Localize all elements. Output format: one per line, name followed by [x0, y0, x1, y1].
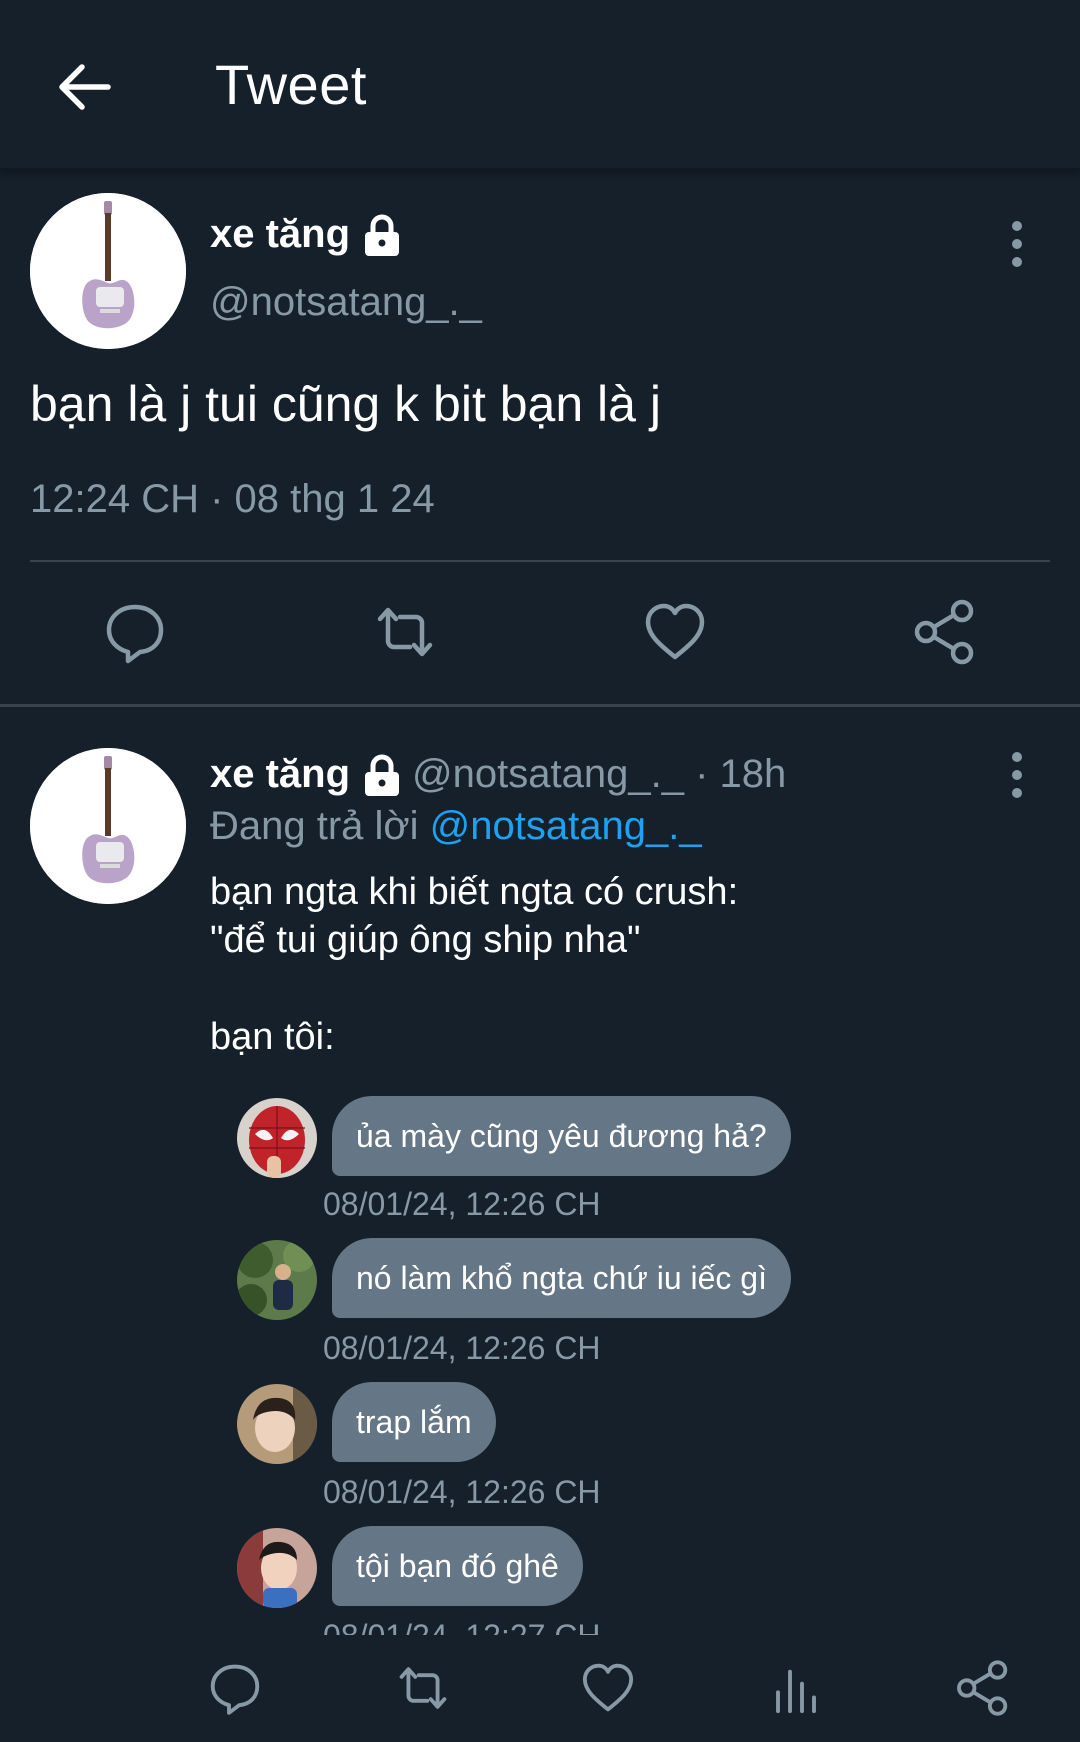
chat-message-time: 08/01/24, 12:26 CH — [323, 1474, 601, 1510]
back-arrow-icon[interactable] — [52, 55, 116, 119]
retweet-icon[interactable] — [393, 1658, 453, 1718]
chat-message-bubble: nó làm khổ ngta chứ iu iếc gì — [332, 1238, 791, 1318]
more-options-icon[interactable] — [997, 745, 1037, 805]
chat-avatar-spiderman — [237, 1098, 317, 1178]
more-options-icon[interactable] — [997, 214, 1037, 274]
reply-handle-time[interactable]: @notsatang_._ · 18h — [412, 752, 786, 797]
reply-author-avatar[interactable] — [30, 748, 186, 904]
guitar-avatar-image — [30, 193, 186, 349]
chat-avatar-portrait-2 — [237, 1528, 317, 1608]
author-avatar[interactable] — [30, 193, 186, 349]
chat-message-time: 08/01/24, 12:26 CH — [323, 1186, 601, 1222]
tweet-timestamp[interactable]: 12:24 CH · 08 thg 1 24 — [30, 477, 435, 522]
reply-header: xe tăng @notsatang_._ · 18h — [210, 752, 786, 797]
reply-text-line: "để tui giúp ông ship nha" — [210, 919, 641, 961]
chat-message-bubble: trap lắm — [332, 1382, 496, 1462]
page-title: Tweet — [215, 53, 367, 116]
replying-label: Đang trả lời — [210, 804, 419, 848]
tweet-text: bạn là j tui cũng k bit bạn là j — [30, 376, 661, 432]
reply-action-bar — [0, 1640, 1080, 1742]
replying-to: Đang trả lời @notsatang_._ — [210, 804, 702, 849]
reply-text-line: bạn tôi: — [210, 1016, 335, 1058]
analytics-icon[interactable] — [766, 1658, 826, 1718]
lock-icon — [365, 754, 400, 796]
top-bar: Tweet — [0, 0, 1080, 170]
retweet-icon[interactable] — [370, 597, 440, 667]
share-icon[interactable] — [953, 1658, 1013, 1718]
divider — [30, 560, 1050, 562]
author-name[interactable]: xe tăng — [210, 212, 402, 257]
like-icon[interactable] — [578, 1658, 638, 1718]
reply-author-name[interactable]: xe tăng — [210, 752, 350, 797]
reply-text-line: bạn ngta khi biết ngta có crush: — [210, 871, 739, 913]
chat-avatar-portrait — [237, 1384, 317, 1464]
author-display-name: xe tăng — [210, 212, 351, 256]
reply-icon[interactable] — [100, 597, 170, 667]
chat-avatar-outdoor — [237, 1240, 317, 1320]
chat-message-time: 08/01/24, 12:26 CH — [323, 1330, 601, 1366]
lock-icon — [365, 214, 400, 256]
chat-screenshot: ủa mày cũng yêu đương hả? 08/01/24, 12:2… — [200, 1080, 1080, 1635]
replying-mention[interactable]: @notsatang_._ — [430, 804, 702, 848]
reply-icon[interactable] — [205, 1658, 265, 1718]
like-icon[interactable] — [640, 597, 710, 667]
chat-message-bubble: tội bạn đó ghê — [332, 1526, 583, 1606]
section-divider — [0, 704, 1080, 707]
author-handle[interactable]: @notsatang_._ — [210, 280, 482, 325]
chat-message-bubble: ủa mày cũng yêu đương hả? — [332, 1096, 791, 1176]
chat-message-time: 08/01/24, 12:27 CH — [323, 1618, 601, 1635]
guitar-avatar-image — [30, 748, 186, 904]
share-icon[interactable] — [910, 597, 980, 667]
